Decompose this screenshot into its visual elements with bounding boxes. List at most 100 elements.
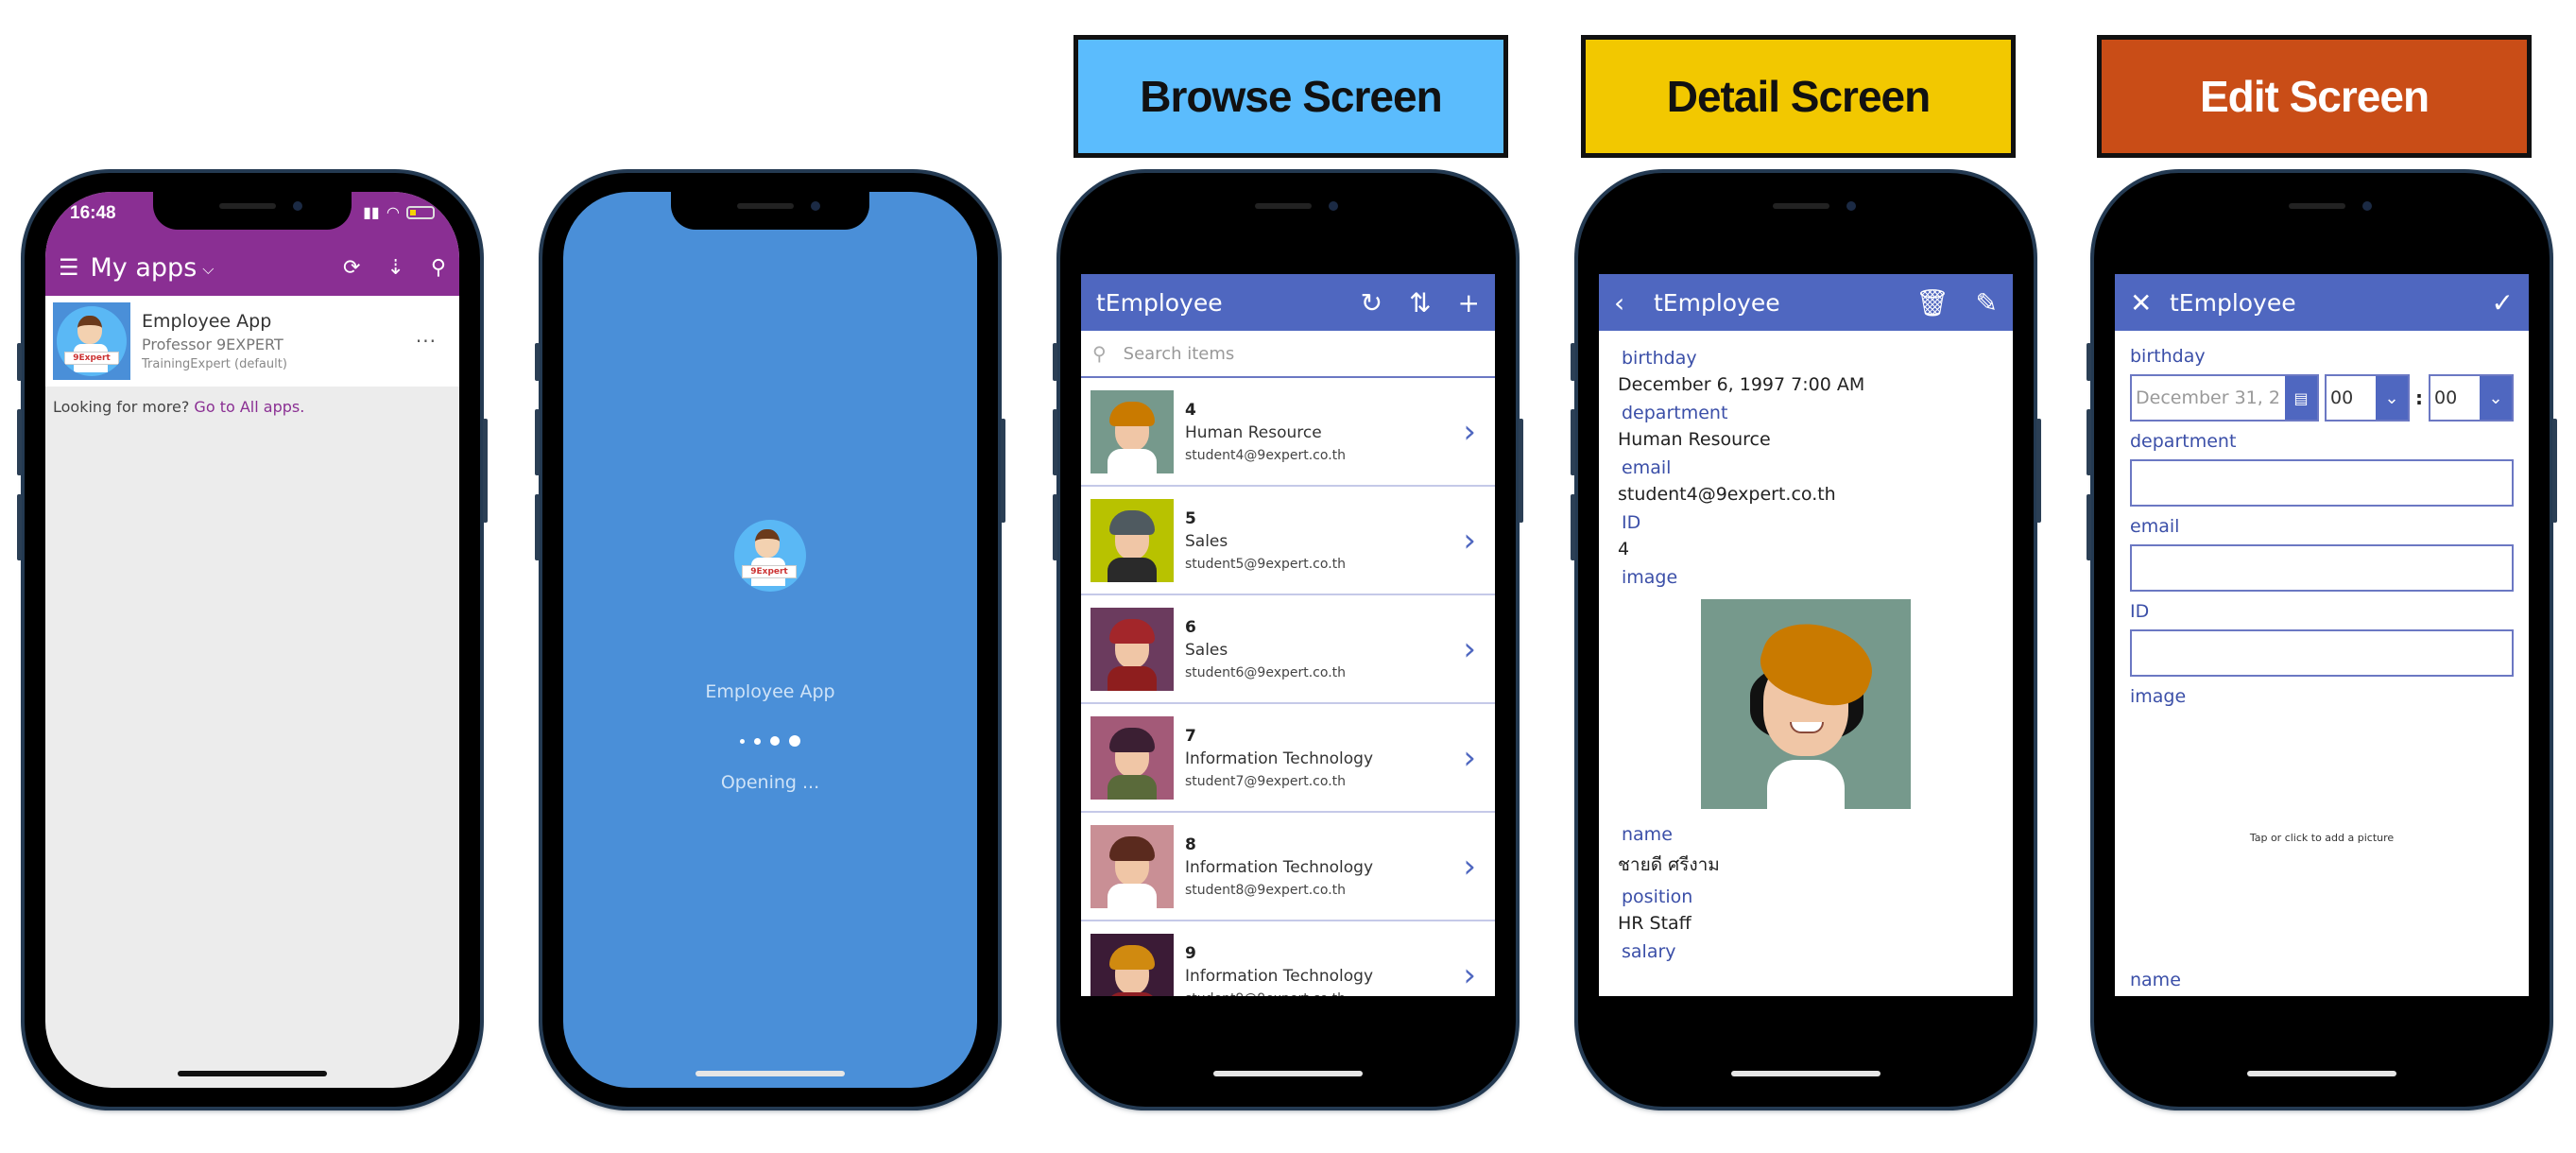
search-icon: ⚲ [1092,342,1107,365]
image-label: image [2130,686,2187,707]
home-indicator[interactable] [696,1071,845,1076]
date-picker[interactable]: December 31, 2 ▤ [2130,374,2319,422]
employee-email: student4@9expert.co.th [1185,447,1347,463]
phone-splash: 9Expert Employee App Opening ... [535,173,1005,1107]
gallery-item[interactable]: 7 Information Technology student7@9expert.… [1081,704,1495,813]
status-time: 16:48 [70,203,116,223]
home-indicator[interactable] [178,1071,327,1076]
mute-switch [1053,343,1057,381]
image-label: image [1622,567,1678,588]
minute-dropdown[interactable]: 00 ⌄ [2429,374,2514,422]
gallery-item[interactable]: 9 Information Technology student9@9expert.… [1081,921,1495,996]
chevron-right-icon[interactable]: › [1463,848,1476,886]
gallery-item[interactable]: 5 Sales student5@9expert.co.th › [1081,487,1495,595]
go-to-all-apps-link[interactable]: Go to All apps. [194,398,304,416]
employee-thumbnail [1091,498,1174,582]
search-icon[interactable]: ⚲ [431,256,446,280]
menu-icon[interactable]: ☰ [59,254,79,281]
browse-app-area: tEmployee ↻ ⇅ + ⚲ Search items 4 Human Re… [1081,274,1495,996]
email-label: email [2130,516,2180,537]
department-value: Human Resource [1618,429,1771,450]
back-icon[interactable]: ‹ [1614,287,1633,318]
gallery-item[interactable]: 4 Human Resource student4@9expert.co.th › [1081,378,1495,487]
id-input[interactable] [2130,629,2514,677]
employee-id: 4 [1185,400,1196,420]
email-value: student4@9expert.co.th [1618,484,1836,505]
volume-up-button [2087,409,2091,475]
refresh-icon[interactable]: ⟳ [343,256,360,280]
home-indicator[interactable] [1213,1071,1363,1076]
department-label: department [1622,403,1728,423]
edit-title: tEmployee [2170,288,2296,317]
my-apps-screen: 16:48 ▮▮ ◠ ☰ My apps ⌵ ⟳ ⇣ ⚲ 9Expert Emp… [45,192,459,1088]
9expert-logo-icon: 9Expert [57,306,127,376]
date-value: December 31, 2 [2136,387,2280,408]
chevron-down-icon[interactable]: ⌄ [2376,376,2408,420]
volume-up-button [1571,409,1575,475]
chevron-down-icon[interactable]: ⌵ [202,260,214,279]
battery-icon [406,205,435,219]
phone-detail: ‹ tEmployee 🗑︎ ✎ birthday December 6, 19… [1571,173,2041,1107]
position-value: HR Staff [1618,913,1692,934]
sort-icon[interactable]: ⇅ [1409,287,1431,318]
id-label: ID [1622,512,1641,533]
employee-email: student5@9expert.co.th [1185,556,1347,572]
birthday-picker: December 31, 2 ▤ 00 ⌄ : 00 ⌄ [2130,374,2514,422]
detail-screen-label: Detail Screen [1581,35,2016,158]
more-options-icon[interactable]: ··· [416,330,437,353]
employee-department: Human Resource [1185,422,1322,442]
hour-dropdown[interactable]: 00 ⌄ [2325,374,2410,422]
wifi-icon: ◠ [386,203,399,221]
department-label: department [2130,431,2237,452]
chevron-right-icon[interactable]: › [1463,739,1476,777]
employee-photo [1701,599,1911,809]
salary-label: salary [1622,941,1676,962]
my-apps-title[interactable]: My apps [91,253,197,283]
splash-status: Opening ... [720,772,820,793]
phone-edit: ✕ tEmployee ✓ birthday December 31, 2 ▤ … [2087,173,2557,1107]
email-input[interactable] [2130,544,2514,592]
employee-email: student8@9expert.co.th [1185,882,1347,898]
power-button [1001,419,1005,523]
edit-icon[interactable]: ✎ [1976,287,1998,318]
chevron-right-icon[interactable]: › [1463,413,1476,451]
employee-gallery: 4 Human Resource student4@9expert.co.th › 5 S… [1081,378,1495,996]
calendar-icon[interactable]: ▤ [2285,376,2317,420]
refresh-icon[interactable]: ↻ [1361,287,1382,318]
delete-icon[interactable]: 🗑︎ [1915,287,1949,318]
employee-department: Sales [1185,640,1228,660]
department-input[interactable] [2130,459,2514,507]
home-indicator[interactable] [1731,1071,1880,1076]
chevron-right-icon[interactable]: › [1463,956,1476,994]
birthday-value: December 6, 1997 7:00 AM [1618,374,1865,395]
sort-icon[interactable]: ⇣ [386,256,404,280]
id-value: 4 [1618,539,1630,559]
name-label: name [1622,824,1673,845]
app-environment: TrainingExpert (default) [142,357,287,371]
app-list-item-employee-app[interactable]: 9Expert Employee App Professor 9EXPERT T… [45,296,459,387]
gallery-item[interactable]: 8 Information Technology student8@9expert.… [1081,813,1495,921]
employee-thumbnail [1091,824,1174,908]
notch [2223,192,2421,230]
mute-switch [535,343,540,381]
signal-icon: ▮▮ [363,203,380,221]
volume-down-button [17,494,22,560]
position-label: position [1622,886,1693,907]
browse-header: tEmployee ↻ ⇅ + [1081,274,1495,331]
save-check-icon[interactable]: ✓ [2492,287,2514,318]
volume-down-button [1053,494,1057,560]
app-thumbnail: 9Expert [53,302,130,380]
birthday-label: birthday [2130,346,2206,367]
app-owner: Professor 9EXPERT [142,336,283,353]
chevron-down-icon[interactable]: ⌄ [2480,376,2512,420]
mute-switch [2087,343,2091,381]
search-input[interactable]: ⚲ Search items [1081,331,1495,378]
close-icon[interactable]: ✕ [2130,287,2152,318]
splash-app-title: Employee App [705,681,835,702]
chevron-right-icon[interactable]: › [1463,522,1476,559]
add-picture-area[interactable]: Tap or click to add a picture [2130,714,2514,960]
add-icon[interactable]: + [1458,287,1480,318]
gallery-item[interactable]: 6 Sales student6@9expert.co.th › [1081,595,1495,704]
chevron-right-icon[interactable]: › [1463,630,1476,668]
home-indicator[interactable] [2247,1071,2396,1076]
